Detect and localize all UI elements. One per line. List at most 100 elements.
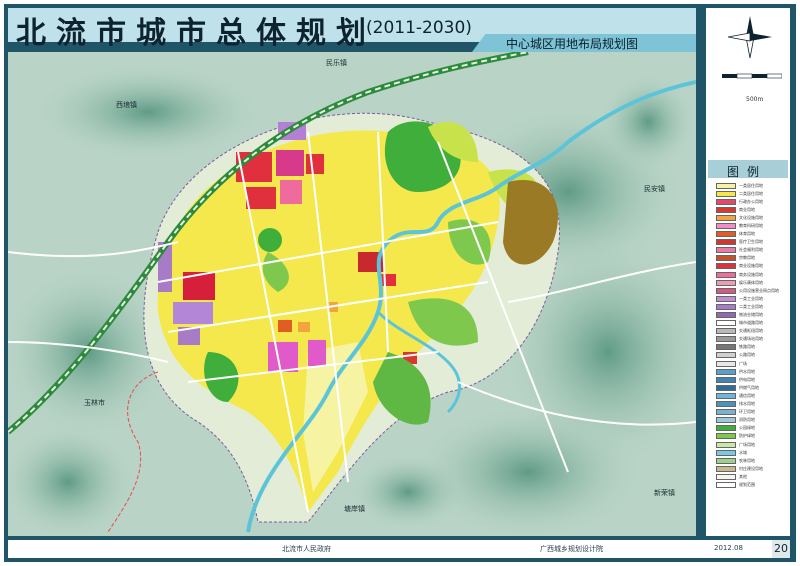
legend-swatch xyxy=(716,360,736,367)
legend-item: 公路用地 xyxy=(716,352,782,359)
legend-item: 广场用地 xyxy=(716,441,782,448)
legend-list: 一类居住用地二类居住用地 行政办公用地 商业用地文化设施用地 教育科研用地 体育用地医疗… xyxy=(716,182,782,490)
place-minan: 民安镇 xyxy=(644,185,665,193)
legend-item: 供电用地 xyxy=(716,376,782,383)
legend-item: 娱乐康体用地 xyxy=(716,279,782,286)
legend-swatch xyxy=(716,336,736,343)
legend-swatch xyxy=(716,214,736,221)
legend-swatch xyxy=(716,263,736,270)
legend-swatch xyxy=(716,376,736,383)
legend-label: 防护绿地 xyxy=(739,433,755,439)
legend-label: 城市道路用地 xyxy=(739,320,763,326)
legend-item: 消防用地 xyxy=(716,417,782,424)
legend-item: 水域 xyxy=(716,449,782,456)
legend-label: 公用设施营业网点用地 xyxy=(739,287,779,293)
legend-item: 排水用地 xyxy=(716,401,782,408)
legend-item: 一类居住用地 xyxy=(716,182,782,189)
legend-label: 体育用地 xyxy=(739,231,755,237)
legend-label: 环卫用地 xyxy=(739,409,755,415)
legend-swatch xyxy=(716,255,736,262)
legend-label: 商务设施用地 xyxy=(739,271,763,277)
legend-label: 社会福利用地 xyxy=(739,247,763,253)
legend-label: 公路用地 xyxy=(739,352,755,358)
legend-label: 一类工业用地 xyxy=(739,295,763,301)
legend-swatch xyxy=(716,239,736,246)
legend-swatch xyxy=(716,392,736,399)
map-subtitle: 中心城区用地布局规划图 xyxy=(506,37,639,51)
legend-swatch xyxy=(716,312,736,318)
legend-swatch xyxy=(716,425,736,432)
legend-label: 农林用地 xyxy=(739,457,755,463)
legend-swatch xyxy=(716,417,736,424)
legend-title: 图例 xyxy=(727,165,768,179)
legend-swatch xyxy=(716,481,736,488)
legend-swatch xyxy=(716,441,736,448)
legend-item: 城市道路用地 xyxy=(716,320,782,327)
land-use-map[interactable]: 西埌镇 民乐镇 民安镇 玉林市 新荣镇 塘岸镇 xyxy=(8,52,696,536)
legend-swatch xyxy=(716,279,736,286)
legend-item: 文化设施用地 xyxy=(716,214,782,221)
legend-label: 医疗卫生用地 xyxy=(739,239,763,245)
legend-item: 物流仓储用地 xyxy=(716,312,782,319)
legend-item: 体育用地 xyxy=(716,231,782,238)
legend-label: 供电用地 xyxy=(739,376,755,382)
legend-item: 防护绿地 xyxy=(716,433,782,440)
legend-label: 商业设施用地 xyxy=(739,263,763,269)
legend-swatch xyxy=(716,320,736,327)
legend-label: 供燃气用地 xyxy=(739,384,759,390)
legend-item: 通信用地 xyxy=(716,392,782,399)
footer-bar xyxy=(8,540,790,558)
legend-label: 宗教用地 xyxy=(739,255,755,261)
legend-item: 村庄建设用地 xyxy=(716,465,782,472)
legend-item: 宗教用地 xyxy=(716,255,782,262)
legend-item: 一类工业用地 xyxy=(716,295,782,302)
legend-label: 广场用地 xyxy=(739,441,755,447)
legend-label: 村庄建设用地 xyxy=(739,465,763,471)
legend-swatch xyxy=(716,401,736,408)
legend-item: 商务设施用地 xyxy=(716,271,782,278)
legend-swatch xyxy=(716,344,736,351)
legend-item: 公用设施营业网点用地 xyxy=(716,287,782,294)
legend-item: 行政办公用地 xyxy=(716,198,782,205)
legend-label: 商业用地 xyxy=(739,206,755,212)
legend-label: 物流仓储用地 xyxy=(739,312,763,317)
legend-swatch xyxy=(716,465,736,472)
legend-label: 公园绿地 xyxy=(739,425,755,431)
legend-label: 水域 xyxy=(739,449,747,455)
legend-label: 铁路用地 xyxy=(739,344,755,350)
legend-item: 二类居住用地 xyxy=(716,190,782,197)
legend-label: 交通场站用地 xyxy=(739,336,763,342)
legend-swatch xyxy=(716,384,736,391)
legend-swatch xyxy=(716,206,736,213)
legend-label: 一类居住用地 xyxy=(739,182,763,188)
legend-swatch xyxy=(716,368,736,375)
legend-item: 农林用地 xyxy=(716,457,782,464)
place-tangan: 塘岸镇 xyxy=(344,505,365,513)
legend-item: 铁路用地 xyxy=(716,344,782,351)
legend-label: 规划范围 xyxy=(739,481,755,487)
place-minle: 民乐镇 xyxy=(326,59,347,67)
legend-swatch xyxy=(716,231,736,238)
legend-item: 环卫用地 xyxy=(716,409,782,416)
legend-item: 交通场站用地 xyxy=(716,336,782,343)
page-number: 20 xyxy=(772,540,790,558)
place-xibei: 西埌镇 xyxy=(116,101,137,109)
legend-label: 交通枢纽用地 xyxy=(739,328,763,334)
legend-swatch xyxy=(716,182,736,189)
footer-left: 北流市人民政府 xyxy=(282,545,331,553)
legend-swatch xyxy=(716,303,736,310)
legend-label: 娱乐康体用地 xyxy=(739,279,763,285)
plan-period: (2011-2030) xyxy=(366,18,472,38)
legend-item: 供水用地 xyxy=(716,368,782,375)
legend-item: 广场 xyxy=(716,360,782,367)
legend-swatch xyxy=(716,433,736,440)
legend-item: 规划范围 xyxy=(716,481,782,488)
scale-bar-icon xyxy=(722,73,782,79)
legend-item: 其他 xyxy=(716,473,782,480)
legend-item: 供燃气用地 xyxy=(716,384,782,391)
legend-item: 教育科研用地 xyxy=(716,222,782,229)
legend-label: 消防用地 xyxy=(739,417,755,423)
legend-label: 二类工业用地 xyxy=(739,303,763,309)
map-svg xyxy=(8,52,696,536)
legend-item: 医疗卫生用地 xyxy=(716,239,782,246)
